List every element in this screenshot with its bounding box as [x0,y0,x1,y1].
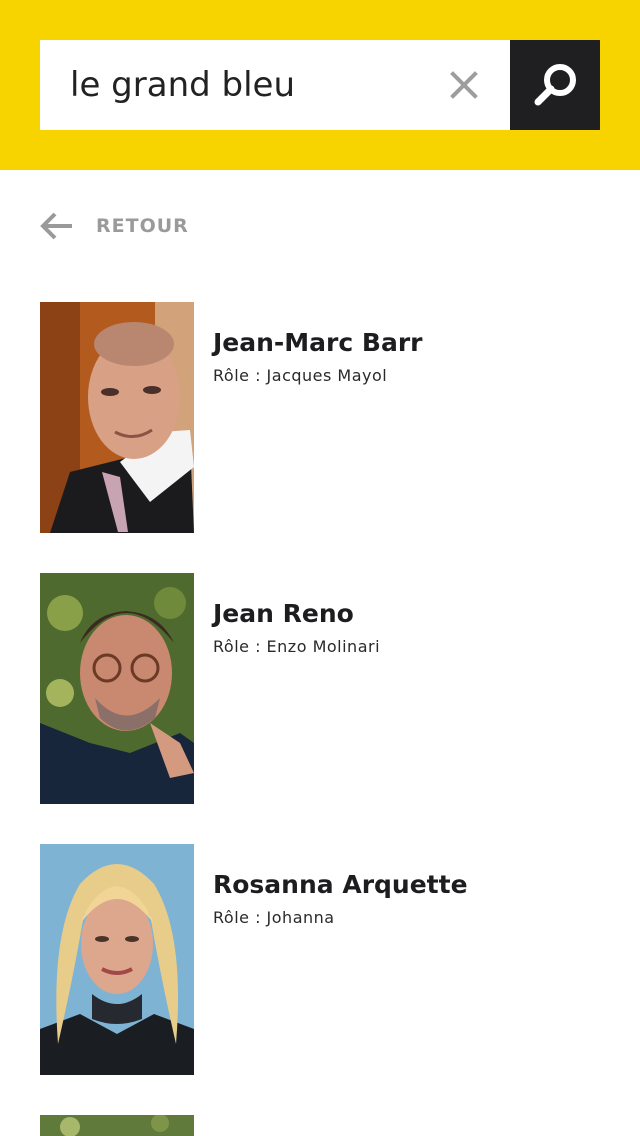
actor-name: Jean-Marc Barr [213,328,423,357]
actor-photo [40,1115,194,1136]
search-button[interactable] [510,40,600,130]
search-box[interactable] [40,40,510,130]
actor-name: Jean Reno [213,599,354,628]
actor-photo [40,573,194,804]
actor-card[interactable] [40,1115,600,1136]
arrow-left-icon [40,212,72,240]
close-icon [450,71,478,99]
actor-role: Rôle : Enzo Molinari [213,637,381,656]
actor-photo [40,302,194,533]
back-label: RETOUR [96,215,189,237]
actor-card[interactable]: Jean Reno Rôle : Enzo Molinari [40,573,600,805]
clear-search-button[interactable] [444,65,484,105]
actor-card[interactable]: Jean-Marc Barr Rôle : Jacques Mayol [40,302,600,534]
magnifier-icon [534,64,576,106]
actor-role: Rôle : Jacques Mayol [213,366,388,385]
actor-role: Rôle : Johanna [213,908,335,927]
search-input[interactable] [70,40,440,130]
back-button[interactable]: RETOUR [40,208,200,244]
actor-name: Rosanna Arquette [213,870,468,899]
actor-card[interactable]: Rosanna Arquette Rôle : Johanna [40,844,600,1076]
actor-photo [40,844,194,1075]
